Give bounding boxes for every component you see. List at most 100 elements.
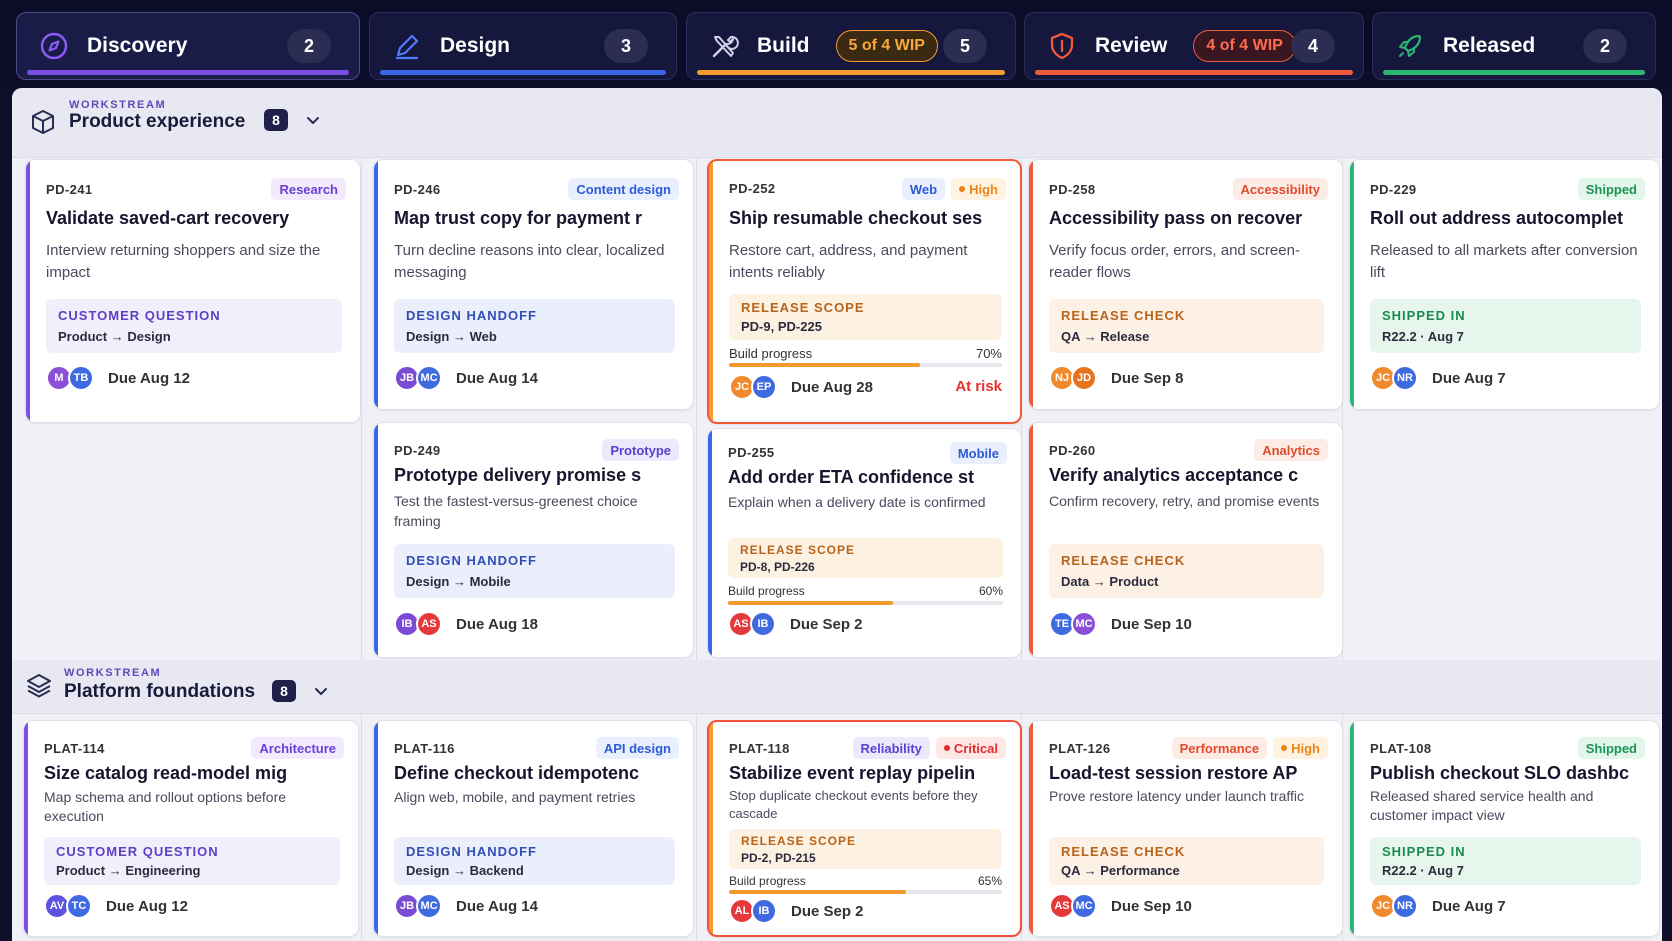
shield-icon — [1050, 32, 1074, 60]
handoff-label: DESIGN HANDOFF — [406, 553, 537, 568]
card-footer: AS MC Due Sep 10 — [1049, 893, 1324, 919]
card-tag: Mobile — [949, 442, 1007, 464]
due-date: Due Sep 10 — [1111, 897, 1192, 915]
avatar[interactable]: IB — [750, 611, 776, 637]
card-plat-114[interactable]: PLAT-114 Architecture Size catalog read-… — [23, 720, 359, 937]
box-icon — [32, 110, 54, 134]
stage-underline — [380, 70, 666, 75]
avatar[interactable]: MC — [416, 893, 442, 919]
avatar[interactable]: IB — [751, 898, 777, 924]
avatar[interactable]: TC — [66, 893, 92, 919]
progress-bar — [728, 601, 1003, 605]
priority-label: Critical — [953, 740, 998, 756]
stage-underline — [1035, 70, 1353, 75]
card-title: Map trust copy for payment r — [394, 208, 643, 228]
rocket-icon — [1399, 34, 1422, 57]
card-pd-258[interactable]: PD-258 Accessibility Accessibility pass … — [1028, 159, 1343, 410]
due-date: Due Aug 14 — [456, 369, 538, 387]
workstream-header[interactable]: WORKSTREAM Product experience 8 — [12, 88, 1662, 158]
card-footer: JC NR Due Aug 7 — [1370, 893, 1641, 919]
card-pd-249[interactable]: PD-249 Prototype Prototype delivery prom… — [373, 422, 694, 658]
card-pd-241[interactable]: PD-241 Research Validate saved-cart reco… — [25, 159, 361, 423]
card-description: Prove restore latency under launch traff… — [1049, 788, 1304, 804]
handoff-value: PD-8, PD-226 — [740, 560, 815, 574]
workstream-count: 8 — [272, 680, 296, 702]
handoff-box: SHIPPED IN R22.2 · Aug 7 — [1370, 837, 1641, 885]
card-id: PLAT-108 — [1370, 741, 1432, 756]
card-pd-246[interactable]: PD-246 Content design Map trust copy for… — [373, 159, 694, 410]
card-footer: IB AS Due Aug 18 — [394, 611, 675, 637]
avatar[interactable]: MC — [1071, 611, 1097, 637]
card-description: Restore cart, address, and payment inten… — [729, 242, 968, 281]
card-description: Turn decline reasons into clear, localiz… — [394, 242, 665, 281]
avatar[interactable]: EP — [751, 374, 777, 400]
card-plat-108[interactable]: PLAT-108 Shipped Publish checkout SLO da… — [1349, 720, 1660, 937]
handoff-label: CUSTOMER QUESTION — [56, 844, 219, 859]
stage-count: 5 — [943, 29, 987, 63]
card-title: Verify analytics acceptance c — [1049, 465, 1299, 485]
handoff-label: RELEASE CHECK — [1061, 308, 1186, 323]
priority-tag: Critical — [935, 737, 1006, 759]
card-description: Released to all markets after conversion… — [1370, 242, 1638, 281]
card-plat-126[interactable]: PLAT-126 Performance High Load-test sess… — [1028, 720, 1343, 937]
card-pd-260[interactable]: PD-260 Analytics Verify analytics accept… — [1028, 422, 1343, 658]
card-id: PLAT-114 — [44, 741, 105, 756]
workstream-header[interactable]: WORKSTREAM Platform foundations 8 — [12, 660, 1662, 714]
card-footer: TE MC Due Sep 10 — [1049, 611, 1324, 637]
card-id: PLAT-116 — [394, 741, 455, 756]
handoff-box: DESIGN HANDOFF Design → Backend — [394, 837, 675, 885]
card-footer: JB MC Due Aug 14 — [394, 365, 675, 391]
handoff-label: SHIPPED IN — [1382, 844, 1466, 859]
card-plat-116[interactable]: PLAT-116 API design Define checkout idem… — [373, 720, 694, 937]
workstream-eyebrow: WORKSTREAM — [64, 667, 162, 679]
card-description: Explain when a delivery date is confirme… — [728, 494, 986, 510]
card-pd-229[interactable]: PD-229 Shipped Roll out address autocomp… — [1349, 159, 1660, 410]
handoff-box: RELEASE CHECK QA → Release — [1049, 299, 1324, 353]
card-accent — [1029, 721, 1033, 936]
card-plat-118[interactable]: PLAT-118 Reliability Critical Stabilize … — [707, 720, 1022, 937]
handoff-label: DESIGN HANDOFF — [406, 844, 537, 859]
workstream-title: Platform foundations — [64, 681, 256, 702]
stage-discovery[interactable]: Discovery 2 — [16, 12, 360, 80]
card-id: PLAT-118 — [729, 741, 790, 756]
card-tag: Research — [271, 178, 346, 200]
card-tag: Reliability — [852, 737, 930, 759]
card-accent — [1350, 160, 1354, 409]
avatar[interactable]: AS — [416, 611, 442, 637]
card-pd-252[interactable]: PD-252 Web High Ship resumable checkout … — [707, 159, 1022, 424]
avatar[interactable]: MC — [416, 365, 442, 391]
avatar[interactable]: NR — [1392, 893, 1418, 919]
column-divider — [696, 158, 697, 941]
card-tag: Accessibility — [1232, 178, 1328, 200]
card-accent — [1350, 721, 1354, 936]
card-pd-255[interactable]: PD-255 Mobile Add order ETA confidence s… — [707, 428, 1022, 658]
handoff-box: RELEASE SCOPE PD-2, PD-215 — [729, 829, 1002, 869]
stage-released[interactable]: Released 2 — [1372, 12, 1656, 80]
card-id: PD-249 — [394, 443, 441, 458]
stage-title: Released — [1443, 34, 1536, 57]
stage-underline — [27, 70, 349, 75]
card-title: Ship resumable checkout ses — [729, 208, 983, 228]
card-description: Map schema and rollout options before ex… — [44, 789, 287, 824]
avatar[interactable]: JD — [1071, 365, 1097, 391]
workstream-title: Product experience — [69, 111, 246, 132]
stage-review[interactable]: Review 4 of 4 WIP 4 — [1024, 12, 1364, 80]
workstream-count: 8 — [264, 109, 288, 131]
handoff-label: CUSTOMER QUESTION — [58, 308, 221, 323]
handoff-value: Design → Mobile — [406, 574, 511, 589]
avatar[interactable]: MC — [1071, 893, 1097, 919]
chevron-down-icon[interactable] — [312, 682, 330, 700]
handoff-value: QA → Performance — [1061, 863, 1180, 878]
at-risk-label: At risk — [955, 378, 1002, 395]
card-footer: AL IB Due Sep 2 — [729, 898, 1002, 924]
stage-build[interactable]: Build 5 of 4 WIP 5 — [686, 12, 1016, 80]
avatar[interactable]: NR — [1392, 365, 1418, 391]
card-id: PD-252 — [729, 181, 776, 196]
handoff-value: PD-9, PD-225 — [741, 319, 822, 334]
card-footer: AV TC Due Aug 12 — [44, 893, 340, 919]
card-accent — [374, 423, 378, 657]
chevron-down-icon[interactable] — [304, 111, 322, 129]
avatar[interactable]: TB — [68, 365, 94, 391]
handoff-value: QA → Release — [1061, 329, 1150, 344]
stage-design[interactable]: Design 3 — [369, 12, 677, 80]
